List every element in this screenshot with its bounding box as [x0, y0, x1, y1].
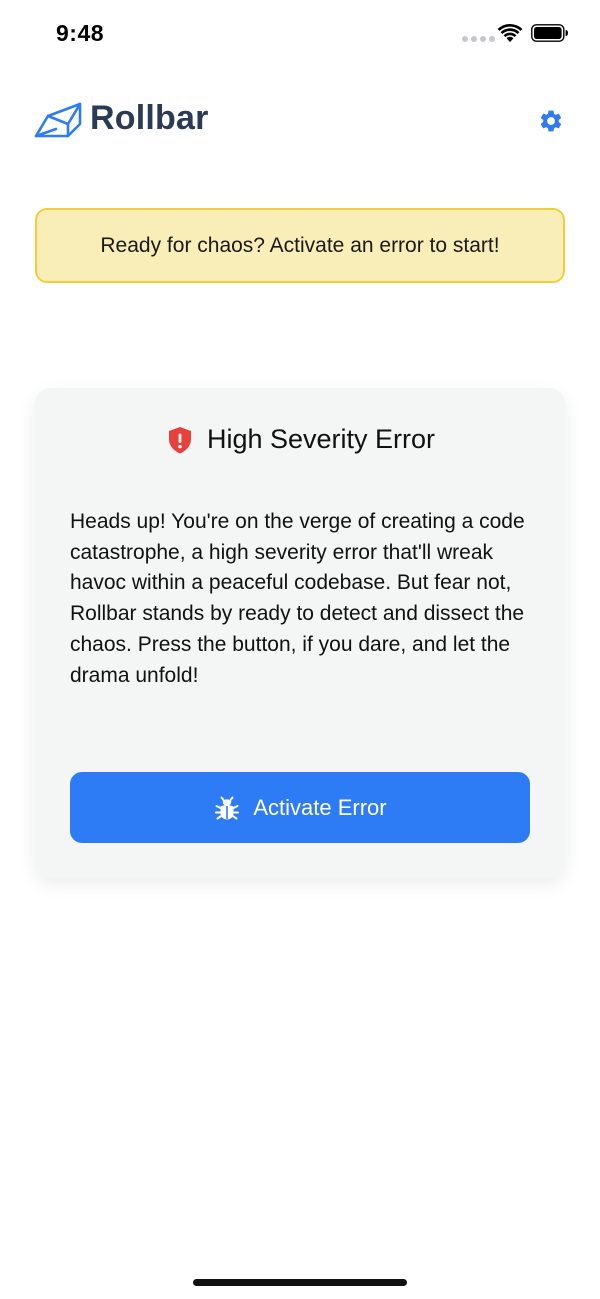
activate-error-button[interactable]: Activate Error: [70, 772, 530, 843]
card-description: Heads up! You're on the verge of creatin…: [70, 510, 525, 687]
activate-error-label: Activate Error: [253, 794, 387, 820]
card-header: High Severity Error: [35, 424, 565, 455]
home-indicator[interactable]: [193, 1279, 407, 1286]
cellular-signal-icon: [462, 36, 495, 42]
settings-button[interactable]: [536, 106, 566, 136]
battery-icon: [531, 24, 568, 42]
card-title: High Severity Error: [206, 424, 436, 454]
app-header: Rollbar: [34, 90, 566, 150]
wifi-icon: [497, 23, 523, 42]
status-banner: Ready for chaos? Activate an error to st…: [35, 208, 565, 283]
shield-exclamation-icon: [168, 426, 191, 453]
banner-text: Ready for chaos? Activate an error to st…: [100, 233, 500, 257]
gear-icon: [540, 110, 562, 132]
status-bar: 9:48: [0, 0, 600, 66]
brand-name: Rollbar: [90, 98, 209, 137]
status-time: 9:48: [56, 20, 105, 46]
error-card: High Severity Error Heads up! You're on …: [35, 388, 565, 878]
rollbar-logo-icon: [34, 102, 82, 138]
brand-logo: Rollbar: [34, 96, 209, 140]
bug-icon: [215, 796, 240, 819]
